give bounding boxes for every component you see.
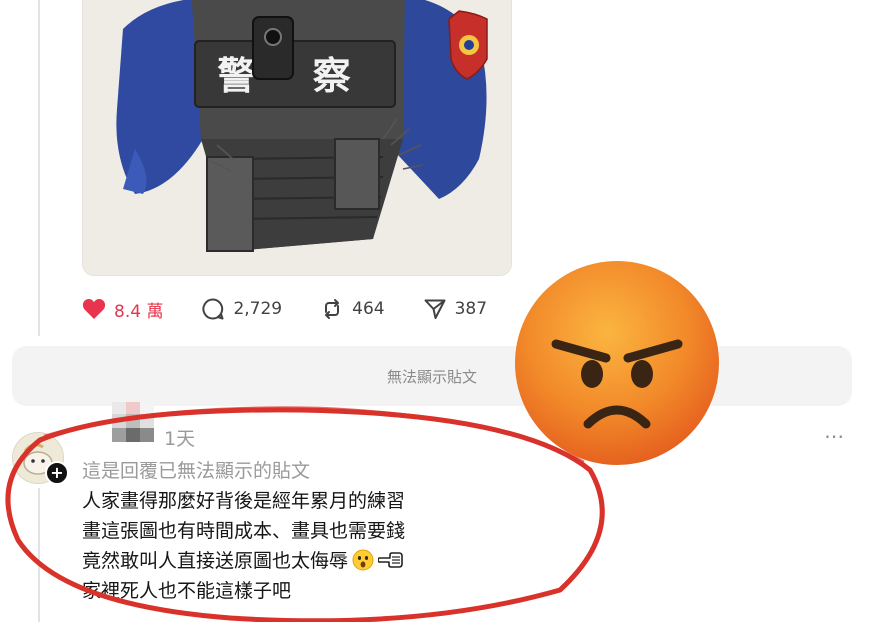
heart-icon — [82, 299, 106, 319]
reply-line: 畫這張圖也有時間成本、畫具也需要錢 — [82, 520, 406, 542]
reply-timestamp: 1天 — [164, 428, 196, 450]
reply-line-with-emoji: 竟然敢叫人直接送原圖也太侮辱 — [82, 546, 602, 576]
share-icon — [424, 299, 446, 319]
pointing-hand-emoji — [378, 552, 403, 568]
post-image[interactable]: 警 察 — [82, 0, 512, 276]
comment-count: 2,729 — [233, 299, 283, 319]
thread-line-bottom — [38, 488, 40, 622]
astonished-face-emoji — [352, 549, 374, 571]
like-count: 8.4 萬 — [114, 301, 164, 322]
comment-button[interactable]: 2,729 — [201, 297, 282, 321]
reply-line: 家裡死人也不能這樣子吧 — [82, 580, 292, 602]
share-count: 387 — [454, 299, 488, 319]
reply-line: 竟然敢叫人直接送原圖也太侮辱 — [82, 550, 349, 572]
thread-line-top — [38, 0, 40, 336]
share-button[interactable]: 387 — [423, 297, 487, 321]
unavailable-post-notice: 無法顯示貼文 — [12, 346, 852, 406]
repost-button[interactable]: 464 — [320, 297, 385, 321]
repost-icon — [325, 299, 340, 319]
comment-icon — [202, 298, 224, 320]
unavailable-post-text: 無法顯示貼文 — [386, 367, 477, 386]
angry-face-emoji — [515, 261, 719, 465]
like-button[interactable]: 8.4 萬 — [82, 297, 163, 322]
reply-body: 人家畫得那麼好背後是經年累月的練習 畫這張圖也有時間成本、畫具也需要錢 竟然敢叫… — [82, 486, 602, 606]
reply-line: 人家畫得那麼好背後是經年累月的練習 — [82, 490, 406, 512]
repost-count: 464 — [352, 299, 385, 319]
username-redacted — [112, 402, 154, 442]
vest-label: 警 察 — [217, 54, 372, 98]
follow-plus-button[interactable]: + — [45, 461, 69, 485]
reply-context: 這是回覆已無法顯示的貼文 — [82, 460, 311, 482]
post-action-bar: 8.4 萬 2,729 464 387 — [82, 294, 525, 324]
more-icon[interactable]: ⋯ — [824, 424, 845, 448]
